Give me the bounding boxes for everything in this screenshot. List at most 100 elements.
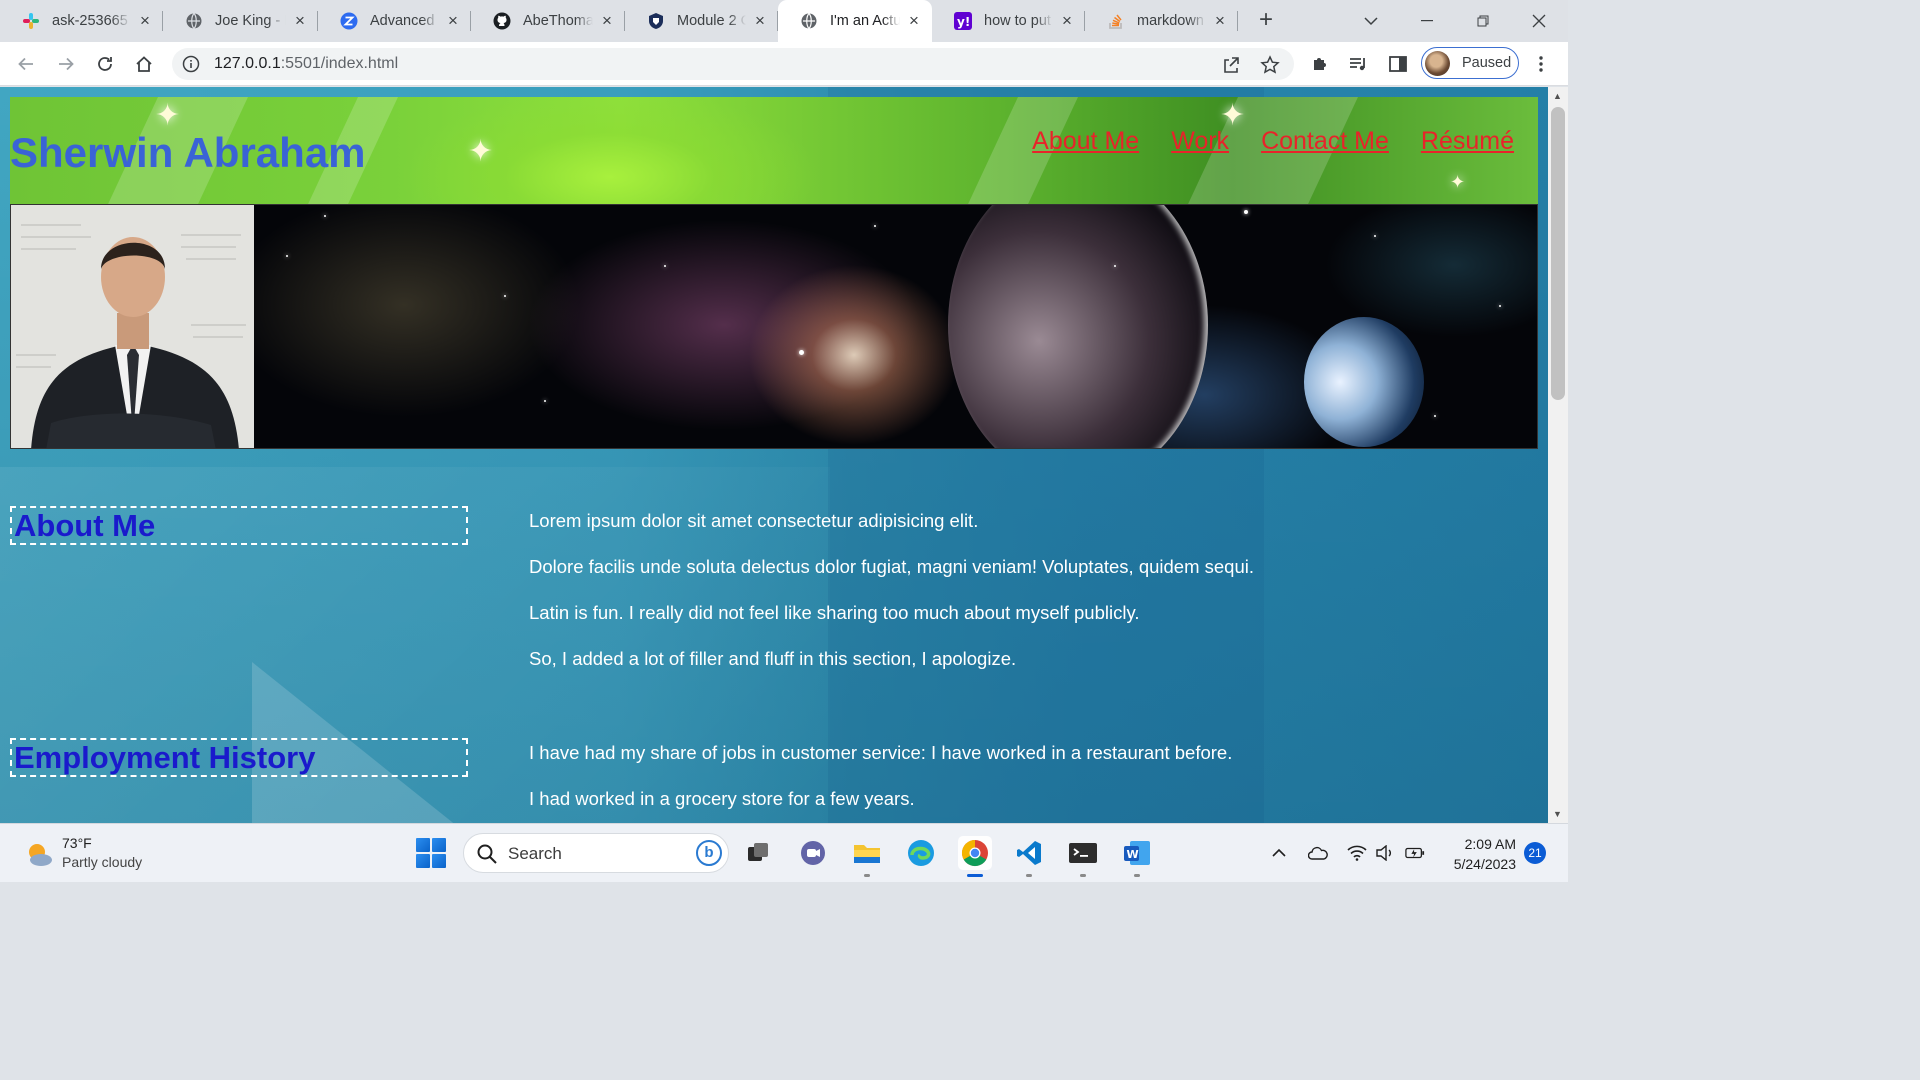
profile-button[interactable]: Paused xyxy=(1421,47,1519,79)
chrome-button[interactable] xyxy=(958,836,992,870)
slack-icon xyxy=(22,12,40,30)
running-indicator xyxy=(864,874,870,877)
back-arrow-icon xyxy=(18,57,33,71)
scroll-up-arrow-icon[interactable]: ▲ xyxy=(1553,91,1562,101)
tab-title: Joe King - P xyxy=(215,13,286,29)
avatar xyxy=(1425,50,1450,76)
wifi-button[interactable] xyxy=(1347,843,1367,863)
tab-markdown[interactable]: markdown × xyxy=(1085,0,1238,42)
site-header: ✦ ✦ ✦ ✦ Sherwin Abraham About Me Work Co… xyxy=(10,97,1538,204)
close-tab-icon[interactable]: × xyxy=(445,12,461,29)
chevron-up-icon xyxy=(1272,848,1286,857)
volume-button[interactable] xyxy=(1375,843,1395,863)
taskbar-search[interactable]: Search b xyxy=(463,833,729,873)
back-button[interactable] xyxy=(12,50,40,78)
tab-github[interactable]: AbeThomas × xyxy=(471,0,625,42)
tab-title: Advanced C xyxy=(370,13,439,29)
file-explorer-button[interactable] xyxy=(850,836,884,870)
address-bar[interactable]: 127.0.0.1:5501/index.html xyxy=(172,48,1294,80)
close-tab-icon[interactable]: × xyxy=(599,12,615,29)
show-hidden-icons-button[interactable] xyxy=(1269,843,1289,863)
active-app-indicator xyxy=(967,874,983,877)
page-scrollbar[interactable]: ▲ ▼ xyxy=(1548,87,1568,823)
tab-joe-king[interactable]: Joe King - P × xyxy=(163,0,318,42)
word-button[interactable]: W xyxy=(1120,836,1154,870)
scrollbar-thumb[interactable] xyxy=(1551,107,1565,400)
site-info-icon[interactable] xyxy=(182,55,200,73)
home-icon xyxy=(136,56,152,72)
edge-button[interactable] xyxy=(904,836,938,870)
star-dot xyxy=(799,350,804,355)
side-panel-icon[interactable] xyxy=(1388,54,1408,74)
vscode-icon xyxy=(1017,841,1041,865)
tab-title: AbeThomas xyxy=(523,13,593,29)
word-icon: W xyxy=(1124,841,1150,865)
reload-icon xyxy=(98,57,112,71)
tab-strip: ask-253665 × Joe King - P × Advanced C ×… xyxy=(0,0,1568,42)
page-viewport: ✦ ✦ ✦ ✦ Sherwin Abraham About Me Work Co… xyxy=(0,87,1548,823)
close-tab-icon[interactable]: × xyxy=(906,12,922,29)
tab-active-site[interactable]: I'm an Actu × xyxy=(778,0,932,42)
terminal-button[interactable] xyxy=(1066,836,1100,870)
weather-temperature: 73°F xyxy=(62,835,92,851)
media-queue-icon[interactable] xyxy=(1348,54,1368,74)
taskbar-clock[interactable]: 2:09 AM 5/24/2023 xyxy=(1440,834,1516,874)
tab-slack[interactable]: ask-253665 × xyxy=(0,0,163,42)
nav-link-about-me[interactable]: About Me xyxy=(1032,127,1139,156)
kebab-menu-icon[interactable] xyxy=(1531,54,1551,74)
task-view-button[interactable] xyxy=(741,836,775,870)
close-window-button[interactable] xyxy=(1511,0,1567,42)
teams-chat-button[interactable] xyxy=(796,836,830,870)
nav-link-resume[interactable]: Résumé xyxy=(1421,127,1514,156)
employment-paragraph: I have had my share of jobs in customer … xyxy=(529,742,1233,763)
restore-icon xyxy=(1477,15,1489,27)
tab-advanced[interactable]: Advanced C × xyxy=(318,0,471,42)
new-tab-button[interactable]: + xyxy=(1253,8,1279,34)
about-paragraph: Latin is fun. I really did not feel like… xyxy=(529,602,1140,623)
chrome-icon xyxy=(961,839,988,867)
tab-yahoo[interactable]: y! how to put × xyxy=(932,0,1085,42)
clock-date: 5/24/2023 xyxy=(1453,856,1516,872)
svg-text:y!: y! xyxy=(957,15,970,29)
scroll-down-arrow-icon[interactable]: ▼ xyxy=(1553,809,1562,819)
notification-badge[interactable]: 21 xyxy=(1524,842,1546,864)
nav-link-contact-me[interactable]: Contact Me xyxy=(1261,127,1389,156)
reload-button[interactable] xyxy=(91,50,119,78)
about-paragraph: Lorem ipsum dolor sit amet consectetur a… xyxy=(529,510,979,531)
close-tab-icon[interactable]: × xyxy=(292,12,308,29)
close-tab-icon[interactable]: × xyxy=(752,12,768,29)
minimize-button[interactable] xyxy=(1399,0,1455,42)
home-button[interactable] xyxy=(130,50,158,78)
share-icon[interactable] xyxy=(1221,55,1241,75)
nav-link-work[interactable]: Work xyxy=(1171,127,1229,156)
tab-module[interactable]: Module 2 C × xyxy=(625,0,778,42)
close-tab-icon[interactable]: × xyxy=(1059,12,1075,29)
restore-button[interactable] xyxy=(1455,0,1511,42)
stackoverflow-icon xyxy=(1107,12,1125,30)
tab-title: how to put xyxy=(984,13,1051,29)
svg-text:W: W xyxy=(1127,848,1139,861)
battery-charging-icon xyxy=(1405,847,1425,859)
forward-arrow-icon xyxy=(59,57,74,71)
section-heading-employment-history: Employment History xyxy=(10,738,468,777)
vscode-button[interactable] xyxy=(1012,836,1046,870)
star-dot xyxy=(874,225,876,227)
bing-icon[interactable]: b xyxy=(696,840,722,866)
close-tab-icon[interactable]: × xyxy=(1212,12,1228,29)
partly-cloudy-icon[interactable] xyxy=(24,839,54,869)
onedrive-button[interactable] xyxy=(1308,843,1328,863)
bookmark-star-icon[interactable] xyxy=(1260,55,1280,75)
tab-search-button[interactable] xyxy=(1343,0,1399,42)
battery-button[interactable] xyxy=(1405,843,1425,863)
windows-start-button[interactable] xyxy=(416,838,446,868)
extensions-puzzle-icon[interactable] xyxy=(1310,54,1330,74)
about-paragraph: So, I added a lot of filler and fluff in… xyxy=(529,648,1017,669)
forward-button[interactable] xyxy=(52,50,80,78)
planet-graphic xyxy=(948,205,1208,448)
zoom-icon xyxy=(340,12,358,30)
browser-toolbar: 127.0.0.1:5501/index.html Paused xyxy=(0,42,1568,86)
close-tab-icon[interactable]: × xyxy=(137,12,153,29)
tab-title: I'm an Actu xyxy=(830,13,900,29)
globe-icon xyxy=(185,12,203,30)
edge-icon xyxy=(908,840,934,866)
